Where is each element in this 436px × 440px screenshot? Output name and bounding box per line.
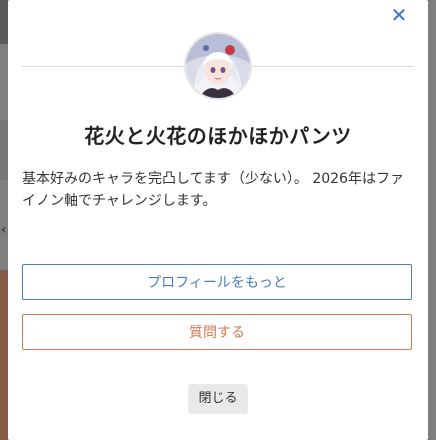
close-icon[interactable]: ✕ xyxy=(388,4,410,26)
close-button[interactable]: 閉じる xyxy=(188,384,248,414)
ask-question-button[interactable]: 質問する xyxy=(22,314,412,350)
anime-character-avatar-icon xyxy=(186,34,250,98)
chevron-left-icon: ‹ xyxy=(1,222,7,238)
background-page-edge xyxy=(0,120,8,180)
background-page-edge xyxy=(0,0,8,44)
user-name: 花火と火花のほかほかパンツ xyxy=(84,124,352,148)
user-profile-modal: ✕ 花火と火花のほかほかパンツ 基本好みのキャラを完凸してます（少ない）。 20… xyxy=(8,0,428,440)
view-more-profile-button[interactable]: プロフィールをもっと xyxy=(22,264,412,300)
background-page-edge xyxy=(0,270,8,440)
avatar xyxy=(186,34,250,98)
user-bio: 基本好みのキャラを完凸してます（少ない）。 2026年はファイノン軸でチャレンジ… xyxy=(22,171,404,209)
